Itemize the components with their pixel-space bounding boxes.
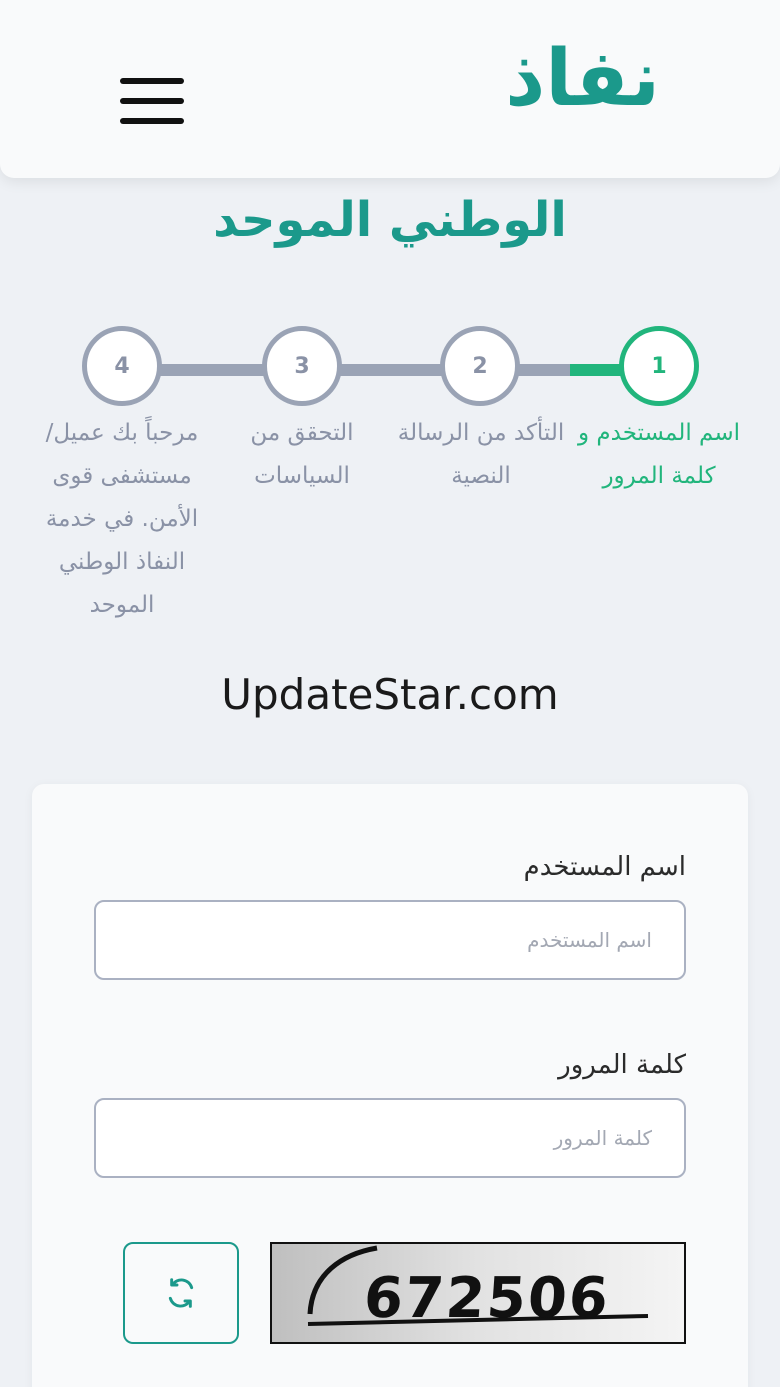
step-3-circle: 3 <box>262 326 342 406</box>
nafath-logo: نفاذ <box>505 34 660 124</box>
step-3-label: التحقق من السياسات <box>250 420 354 489</box>
page-subtitle: الوطني الموحد <box>213 192 567 248</box>
hamburger-menu-icon[interactable] <box>120 78 184 124</box>
step-1-circle: 1 <box>619 326 699 406</box>
step-1-label: اسم المستخدم و كلمة المرور <box>577 420 740 489</box>
menu-bar <box>120 98 184 104</box>
progress-stepper: 1 2 3 4 اسم المستخدم و كلمة المرور التأك… <box>0 320 780 680</box>
stepper-track-progress <box>570 364 622 376</box>
stepper-track-3-4 <box>160 364 264 376</box>
refresh-icon <box>168 1278 194 1308</box>
menu-bar <box>120 78 184 84</box>
watermark-text: UpdateStar.com <box>221 670 559 719</box>
step-2-label: التأكد من الرسالة النصية <box>397 420 565 489</box>
captcha-code: 672506 <box>361 1266 613 1331</box>
stepper-track-1-2 <box>516 364 570 376</box>
step-4-label: مرحباً بك عميل/ مستشفى قوى الأمن. في خدم… <box>45 420 199 618</box>
captcha-image: 672506 <box>270 1242 686 1344</box>
password-label: كلمة المرور <box>558 1050 686 1080</box>
password-input[interactable] <box>94 1098 686 1178</box>
captcha-refresh-button[interactable] <box>123 1242 239 1344</box>
stepper-track-2-3 <box>338 364 444 376</box>
username-input[interactable] <box>94 900 686 980</box>
step-4-circle: 4 <box>82 326 162 406</box>
step-2-circle: 2 <box>440 326 520 406</box>
menu-bar <box>120 118 184 124</box>
username-label: اسم المستخدم <box>523 852 686 882</box>
app-header: نفاذ <box>0 0 780 178</box>
